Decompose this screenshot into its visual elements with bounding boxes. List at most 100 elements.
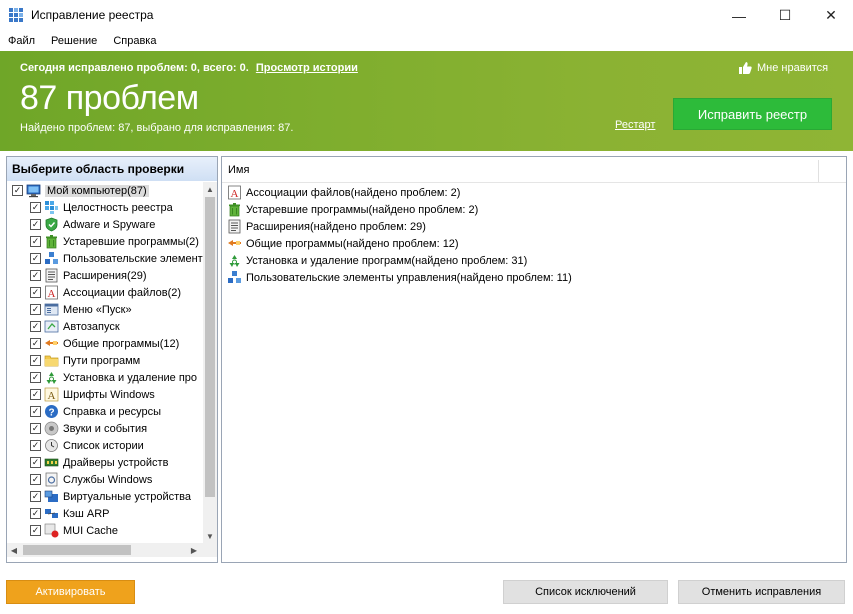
menu-bar: Файл Решение Справка xyxy=(0,31,853,51)
tree-item[interactable]: ✓ A Шрифты Windows xyxy=(7,386,203,403)
tree-item-label: Звуки и события xyxy=(63,422,148,435)
tree-item[interactable]: ✓ Кэш ARP xyxy=(7,505,203,522)
checkbox[interactable]: ✓ xyxy=(30,321,41,332)
tree-item[interactable]: ✓ A Ассоциации файлов(2) xyxy=(7,284,203,301)
start-menu-icon xyxy=(44,303,59,316)
checkbox[interactable]: ✓ xyxy=(30,389,41,400)
menu-help[interactable]: Справка xyxy=(113,35,156,47)
maximize-button[interactable]: ☐ xyxy=(762,0,808,31)
result-row[interactable]: Общие программы(найдено проблем: 12) xyxy=(227,235,572,252)
app-icon xyxy=(9,8,23,22)
tree-item[interactable]: ✓? Справка и ресурсы xyxy=(7,403,203,420)
svg-text:?: ? xyxy=(48,408,54,419)
column-header-name[interactable]: Имя xyxy=(222,157,846,183)
checkbox[interactable]: ✓ xyxy=(30,525,41,536)
tree-item-label: Устаревшие программы(2) xyxy=(63,235,199,248)
tree-horizontal-scrollbar[interactable]: ◀ ▶ xyxy=(7,543,217,557)
font-icon: A xyxy=(44,387,59,402)
result-row[interactable]: Расширения(найдено проблем: 29) xyxy=(227,218,572,235)
exclusion-list-button[interactable]: Список исключений xyxy=(503,580,668,604)
checkbox[interactable]: ✓ xyxy=(12,185,23,196)
tree-item[interactable]: ✓ MUI Cache xyxy=(7,522,203,539)
tree-item[interactable]: ✓ Общие программы(12) xyxy=(7,335,203,352)
checkbox[interactable]: ✓ xyxy=(30,474,41,485)
checkbox[interactable]: ✓ xyxy=(30,491,41,502)
checkbox[interactable]: ✓ xyxy=(30,457,41,468)
tree-item[interactable]: ✓ Расширения(29) xyxy=(7,267,203,284)
activate-button[interactable]: Активировать xyxy=(6,580,135,604)
minimize-button[interactable]: — xyxy=(716,0,762,31)
tree-item-label: Список истории xyxy=(63,439,144,452)
result-row[interactable]: Установка и удаление программ(найдено пр… xyxy=(227,252,572,269)
checkbox[interactable]: ✓ xyxy=(30,423,41,434)
scroll-right-arrow[interactable]: ▶ xyxy=(187,543,201,557)
computer-icon xyxy=(26,184,41,198)
tree-item[interactable]: ✓ Пользовательские элемент xyxy=(7,250,203,267)
close-button[interactable]: ✕ xyxy=(808,0,853,31)
tree-item[interactable]: ✓ Устаревшие программы(2) xyxy=(7,233,203,250)
tree-item[interactable]: ✓ Виртуальные устройства xyxy=(7,488,203,505)
status-banner: Сегодня исправлено проблем: 0, всего: 0.… xyxy=(0,51,853,151)
tree-item[interactable]: ✓ Adware и Spyware xyxy=(7,216,203,233)
tree-item[interactable]: ✓ Драйверы устройств xyxy=(7,454,203,471)
result-row[interactable]: Устаревшие программы(найдено проблем: 2) xyxy=(227,201,572,218)
found-summary: Найдено проблем: 87, выбрано для исправл… xyxy=(20,122,294,134)
tree-item-label: Расширения(29) xyxy=(63,269,147,282)
checkbox[interactable]: ✓ xyxy=(30,355,41,366)
arp-cache-icon xyxy=(45,509,58,518)
tree-item[interactable]: ✓ Пути программ xyxy=(7,352,203,369)
result-label: Расширения(найдено проблем: 29) xyxy=(246,220,426,233)
scroll-thumb[interactable] xyxy=(23,545,131,555)
like-button[interactable]: Мне нравится xyxy=(739,62,828,74)
result-label: Пользовательские элементы управления(най… xyxy=(246,271,572,284)
tree-item[interactable]: ✓ Меню «Пуск» xyxy=(7,301,203,318)
tree-item[interactable]: ✓ Звуки и события xyxy=(7,420,203,437)
scroll-thumb[interactable] xyxy=(205,197,215,497)
menu-solution[interactable]: Решение xyxy=(51,35,97,47)
restart-link[interactable]: Рестарт xyxy=(615,119,655,131)
tree-item[interactable]: ✓ Установка и удаление про xyxy=(7,369,203,386)
fix-registry-button[interactable]: Исправить реестр xyxy=(673,98,832,130)
checkbox[interactable]: ✓ xyxy=(30,270,41,281)
recycle-icon xyxy=(229,255,240,267)
tree-item[interactable]: ✓ Список истории xyxy=(7,437,203,454)
tree-item-label: Автозапуск xyxy=(63,320,120,333)
menu-file[interactable]: Файл xyxy=(8,35,35,47)
view-history-link[interactable]: Просмотр истории xyxy=(256,62,358,74)
shield-icon xyxy=(45,217,58,232)
checkbox[interactable]: ✓ xyxy=(30,236,41,247)
result-row[interactable]: Пользовательские элементы управления(най… xyxy=(227,269,572,286)
tree-root-my-computer[interactable]: ✓ Мой компьютер(87) xyxy=(7,182,203,199)
checkbox[interactable]: ✓ xyxy=(30,508,41,519)
checkbox[interactable]: ✓ xyxy=(30,304,41,315)
checkbox[interactable]: ✓ xyxy=(30,440,41,451)
result-row[interactable]: A Ассоциации файлов(найдено проблем: 2) xyxy=(227,184,572,201)
problem-count: 87 проблем xyxy=(20,79,199,117)
column-divider xyxy=(818,160,819,182)
scroll-up-arrow[interactable]: ▲ xyxy=(203,182,217,196)
tree-item-label: MUI Cache xyxy=(63,524,119,537)
checkbox[interactable]: ✓ xyxy=(30,202,41,213)
checkbox[interactable]: ✓ xyxy=(30,406,41,417)
tree-item[interactable]: ✓ Автозапуск xyxy=(7,318,203,335)
extension-icon xyxy=(228,219,241,234)
checkbox[interactable]: ✓ xyxy=(30,287,41,298)
tree-item-label: Службы Windows xyxy=(63,473,153,486)
checkbox[interactable]: ✓ xyxy=(30,372,41,383)
registry-icon xyxy=(45,201,58,214)
scroll-left-arrow[interactable]: ◀ xyxy=(7,543,21,557)
cubes-icon xyxy=(45,252,58,264)
today-status-text: Сегодня исправлено проблем: 0, всего: 0. xyxy=(20,62,249,74)
undo-fixes-button[interactable]: Отменить исправления xyxy=(678,580,845,604)
tree-item-label: Виртуальные устройства xyxy=(63,490,191,503)
checkbox[interactable]: ✓ xyxy=(30,219,41,230)
tree-item[interactable]: ✓ Службы Windows xyxy=(7,471,203,488)
tree-vertical-scrollbar[interactable]: ▲ ▼ xyxy=(203,182,217,543)
tree-item[interactable]: ✓ Целостность реестра xyxy=(7,199,203,216)
virtual-device-icon xyxy=(44,490,58,502)
tree-item-label: Справка и ресурсы xyxy=(63,405,162,418)
checkbox[interactable]: ✓ xyxy=(30,338,41,349)
tree-item-label: Шрифты Windows xyxy=(63,388,155,401)
scroll-down-arrow[interactable]: ▼ xyxy=(203,529,217,543)
checkbox[interactable]: ✓ xyxy=(30,253,41,264)
